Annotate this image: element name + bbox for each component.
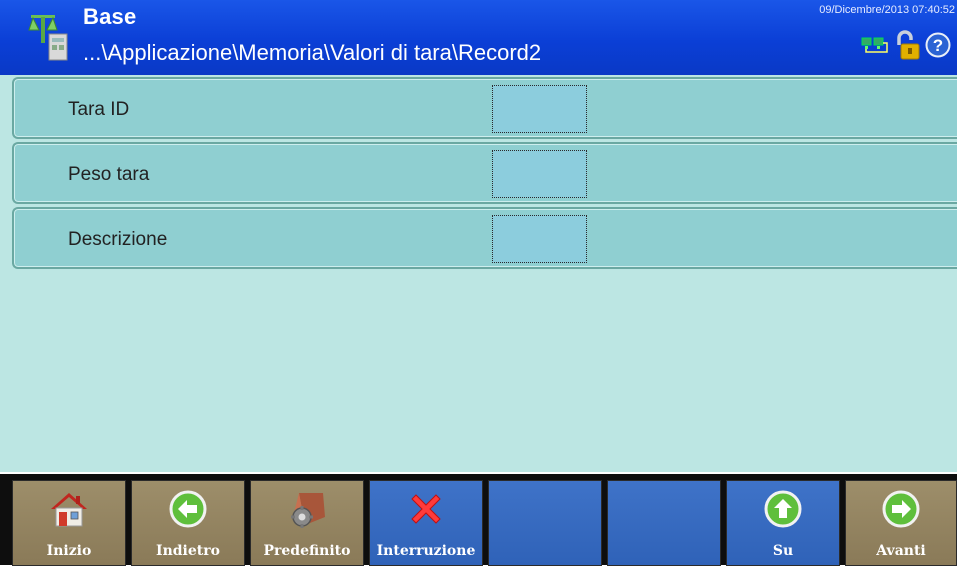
field-row-peso-tara[interactable]: Peso tara (12, 142, 957, 204)
svg-text:?: ? (933, 36, 943, 55)
empty-softkey-5[interactable] (488, 480, 602, 566)
network-icon (861, 37, 888, 53)
softkey-label: Interruzione (376, 543, 476, 559)
back-arrow-icon (169, 490, 207, 528)
peso-tara-field[interactable] (492, 150, 587, 198)
field-label: Tara ID (68, 99, 130, 120)
descrizione-field[interactable] (492, 215, 587, 263)
home-button[interactable]: Inizio (12, 480, 126, 566)
softkey-label: Predefinito (263, 543, 351, 559)
page-title: Base (83, 4, 137, 29)
field-row-descrizione[interactable]: Descrizione (12, 207, 957, 269)
status-icons: ? (861, 28, 951, 62)
forward-arrow-icon (882, 490, 920, 528)
softkey-label: Avanti (876, 543, 926, 559)
tara-id-field[interactable] (492, 85, 587, 133)
up-arrow-icon (764, 490, 802, 528)
softkey-label: Inizio (46, 543, 92, 559)
datetime-display: 09/Dicembre/2013 07:40:52 (819, 4, 955, 16)
home-icon (51, 493, 87, 527)
default-button[interactable]: Predefinito (250, 480, 364, 566)
empty-softkey-6[interactable] (607, 480, 721, 566)
forward-button[interactable]: Avanti (845, 480, 957, 566)
softkey-label: Indietro (156, 543, 220, 559)
help-icon[interactable]: ? (925, 32, 951, 58)
default-settings-icon (291, 493, 325, 528)
cancel-button[interactable]: Interruzione (369, 480, 483, 566)
softkey-label: Su (772, 543, 794, 559)
cancel-x-icon (411, 494, 441, 524)
field-label: Descrizione (68, 229, 168, 250)
title-bar: Base ...\Applicazione\Memoria\Valori di … (0, 0, 957, 75)
unlocked-padlock-icon (897, 30, 920, 60)
up-button[interactable]: Su (726, 480, 840, 566)
record-form: Tara ID Peso tara Descrizione (0, 75, 957, 472)
breadcrumb: ...\Applicazione\Memoria\Valori di tara\… (83, 40, 542, 65)
back-button[interactable]: Indietro (131, 480, 245, 566)
softkey-bar: Inizio Indietro Predefinito Interruzione… (0, 472, 957, 566)
field-row-tara-id[interactable]: Tara ID (12, 77, 957, 139)
scale-icon (28, 15, 68, 61)
field-label: Peso tara (68, 164, 150, 185)
